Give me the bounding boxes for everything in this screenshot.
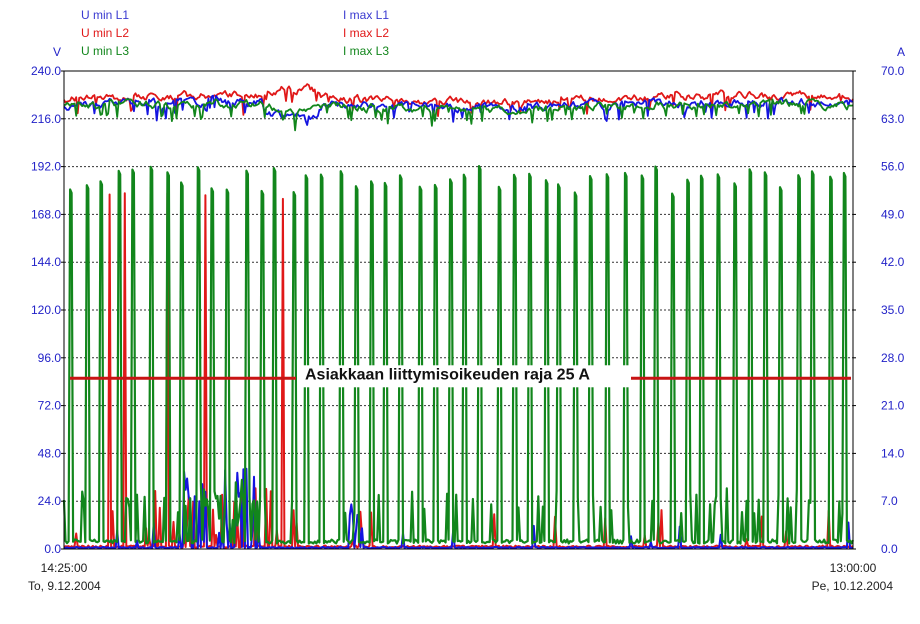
y-right-tick-label: 70.0: [881, 64, 905, 78]
series-layer: [62, 83, 854, 550]
legend-left-0: U min L1: [81, 8, 129, 22]
y-left-tick-label: 48.0: [38, 446, 62, 460]
series-line-i-max-l3: [62, 165, 854, 545]
y-left-tick-label: 0.0: [44, 542, 61, 556]
x-end-time: 13:00:00: [830, 561, 877, 575]
y-right-tick-label: 63.0: [881, 112, 905, 126]
y-right-tick-label: 0.0: [881, 542, 898, 556]
y-right-tick-label: 35.0: [881, 303, 905, 317]
legend-right-1: I max L2: [343, 26, 389, 40]
y-left-unit: V: [53, 45, 61, 59]
chart-container: U min L1 U min L2 U min L3 I max L1 I ma…: [0, 0, 920, 624]
y-left-tick-label: 96.0: [38, 351, 62, 365]
legend-left-1: U min L2: [81, 26, 129, 40]
y-left-tick-label: 216.0: [31, 112, 61, 126]
legend-right-2: I max L3: [343, 44, 389, 58]
y-right-unit: A: [897, 45, 905, 59]
legend-right-0: I max L1: [343, 8, 389, 22]
y-left-tick-label: 168.0: [31, 207, 61, 221]
x-start-time: 14:25:00: [41, 561, 88, 575]
y-left-tick-label: 192.0: [31, 160, 61, 174]
limit-annotation: Asiakkaan liittymisoikeuden raja 25 A: [305, 366, 590, 383]
x-start-date: To, 9.12.2004: [28, 579, 101, 593]
y-right-tick-label: 49.0: [881, 207, 905, 221]
y-right-tick-label: 14.0: [881, 446, 905, 460]
y-left-tick-label: 144.0: [31, 255, 61, 269]
legend-left-2: U min L3: [81, 44, 129, 58]
chart: U min L1 U min L2 U min L3 I max L1 I ma…: [28, 8, 905, 593]
y-right-tick-label: 42.0: [881, 255, 905, 269]
y-right-tick-label: 56.0: [881, 160, 905, 174]
y-right-tick-label: 28.0: [881, 351, 905, 365]
y-left-tick-label: 240.0: [31, 64, 61, 78]
x-end-date: Pe, 10.12.2004: [812, 579, 894, 593]
y-right-tick-label: 21.0: [881, 399, 905, 413]
y-left-tick-label: 120.0: [31, 303, 61, 317]
y-left-tick-label: 24.0: [38, 494, 62, 508]
y-right-tick-label: 7.0: [881, 494, 898, 508]
y-left-tick-label: 72.0: [38, 399, 62, 413]
